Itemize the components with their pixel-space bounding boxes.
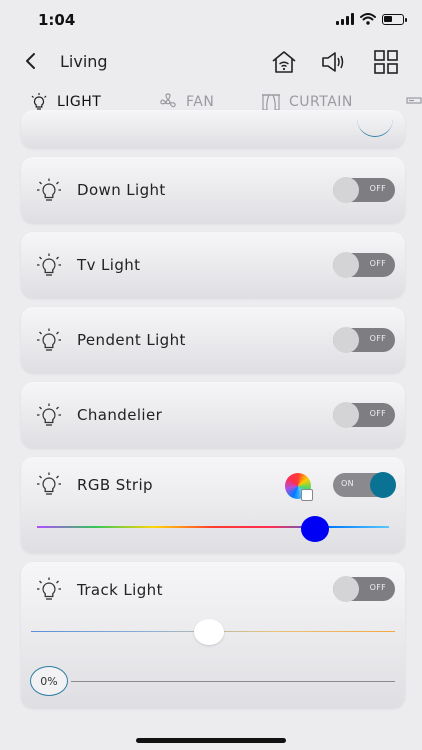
bulb-icon [37,178,61,201]
light-name: Track Light [77,581,163,599]
light-name: RGB Strip [77,476,153,494]
light-card-tv-light: Tv Light OFF [21,232,405,298]
light-card-pendent-light: Pendent Light OFF [21,307,405,373]
tab-light-label: LIGHT [57,94,102,110]
power-toggle[interactable]: OFF [333,576,395,602]
level-slider-track[interactable] [71,681,395,682]
scrolled-card [21,110,405,148]
bulb-icon [31,93,47,110]
toggle-state: ON [341,479,354,488]
bulb-icon [37,253,61,276]
edit-icon [301,489,313,501]
power-toggle[interactable]: OFF [333,177,395,203]
toggle-knob [333,402,359,428]
grid-menu-icon[interactable] [372,48,400,76]
toggle-knob [333,252,359,278]
power-toggle[interactable]: OFF [333,402,395,428]
toggle-knob [333,576,359,602]
light-name: Pendent Light [77,331,186,349]
back-chevron-icon[interactable] [20,50,42,72]
header: Living [0,40,422,84]
tab-more-icon[interactable] [406,95,422,109]
home-indicator [136,738,286,743]
color-slider-thumb[interactable] [301,516,330,542]
toggle-state: OFF [369,259,386,268]
wifi-icon [360,13,376,25]
bulb-icon [37,403,61,426]
status-bar: 1:04 [0,0,422,40]
fan-icon [160,93,176,108]
light-card-down-light: Down Light OFF [21,157,405,223]
battery-icon [382,13,407,25]
brightness-slider-thumb[interactable] [194,619,225,645]
bulb-icon [37,577,61,600]
light-name: Chandelier [77,406,163,424]
toggle-state: OFF [369,409,386,418]
power-toggle[interactable]: OFF [333,252,395,278]
status-time: 1:04 [38,11,76,29]
toggle-state: OFF [369,583,386,592]
speaker-icon[interactable] [320,48,348,76]
signal-icon [336,13,354,25]
bulb-icon [37,328,61,351]
light-name: Down Light [77,181,166,199]
color-slider-track[interactable] [37,526,389,528]
power-toggle[interactable]: OFF [333,327,395,353]
toggle-knob [333,327,359,353]
tab-curtain-label: CURTAIN [289,94,353,110]
toggle-knob [370,472,396,498]
curtain-icon [262,94,280,111]
status-icons [336,13,407,25]
level-indicator[interactable]: 0% [30,666,68,696]
toggle-state: OFF [369,184,386,193]
page-title: Living [60,52,108,71]
light-card-rgb-strip: RGB Strip ON [21,457,405,553]
toggle-state: OFF [369,334,386,343]
tab-fan-label: FAN [186,94,215,110]
bulb-icon [37,472,61,495]
light-card-track-light: Track Light OFF 0% [21,562,405,708]
home-network-icon[interactable] [270,48,298,76]
light-card-chandelier: Chandelier OFF [21,382,405,448]
scrolled-level-ring [357,114,393,137]
light-name: Tv Light [77,256,141,274]
power-toggle[interactable]: ON [333,472,396,498]
color-wheel-icon[interactable] [285,473,313,501]
toggle-knob [333,177,359,203]
